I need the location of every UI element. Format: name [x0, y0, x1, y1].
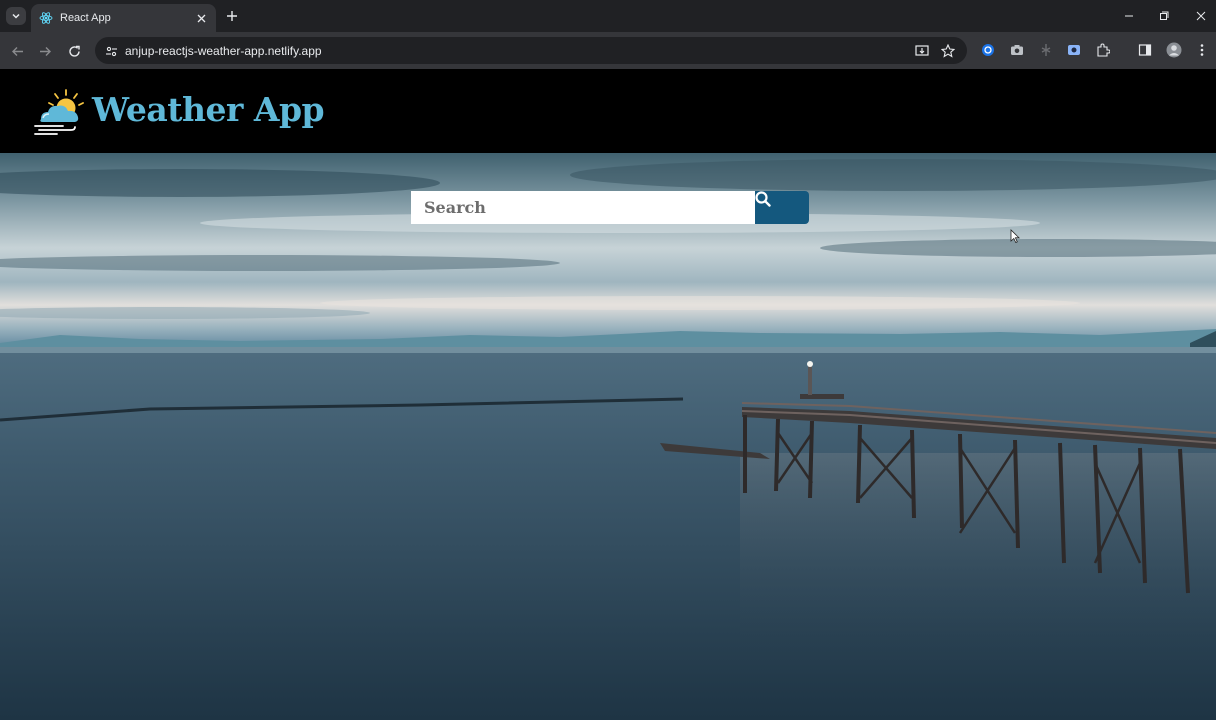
chevron-down-icon	[12, 13, 20, 19]
tab-search-button[interactable]	[6, 7, 26, 25]
camera-extension-icon[interactable]	[1009, 42, 1025, 58]
hero-background	[0, 153, 1216, 720]
app-header: Weather App	[0, 69, 1216, 153]
address-bar[interactable]: anjup-reactjs-weather-app.netlify.app	[95, 37, 967, 64]
react-icon	[39, 12, 53, 24]
minimize-button[interactable]	[1121, 8, 1137, 24]
search-button[interactable]	[755, 191, 809, 224]
close-icon	[1196, 11, 1206, 21]
mouse-cursor-icon	[1010, 229, 1020, 243]
install-app-icon[interactable]	[914, 43, 930, 59]
tab-close-button[interactable]	[194, 11, 208, 25]
reload-icon	[68, 45, 80, 57]
arrow-right-icon	[39, 46, 51, 56]
extension-blue-icon[interactable]	[980, 42, 996, 58]
close-icon	[197, 14, 205, 22]
puzzle-extension-icon[interactable]	[1038, 42, 1054, 58]
menu-dots-icon[interactable]	[1194, 42, 1210, 58]
forward-button[interactable]	[36, 42, 54, 60]
search-icon	[755, 191, 771, 207]
arrow-left-icon	[11, 46, 23, 56]
bookmark-star-icon[interactable]	[940, 43, 956, 59]
tab-strip: React App	[0, 0, 1216, 32]
web-page: Weather App	[0, 69, 1216, 720]
site-info-icon[interactable]	[103, 43, 119, 59]
reload-button[interactable]	[65, 42, 83, 60]
app-title: Weather App	[92, 90, 325, 129]
search-bar	[411, 191, 809, 224]
tab-title: React App	[60, 12, 111, 24]
restore-button[interactable]	[1156, 8, 1172, 24]
profile-avatar[interactable]	[1166, 42, 1182, 58]
address-url: anjup-reactjs-weather-app.netlify.app	[125, 44, 322, 58]
minimize-icon	[1125, 15, 1133, 17]
restore-icon	[1160, 11, 1169, 20]
screen-record-icon[interactable]	[1066, 42, 1082, 58]
browser-tab[interactable]: React App	[31, 4, 216, 32]
weather-logo-icon	[34, 89, 84, 135]
search-input[interactable]	[411, 191, 755, 224]
new-tab-button[interactable]	[224, 8, 240, 24]
browser-toolbar: anjup-reactjs-weather-app.netlify.app	[0, 32, 1216, 69]
extensions-icon[interactable]	[1095, 42, 1111, 58]
back-button[interactable]	[8, 42, 26, 60]
close-window-button[interactable]	[1193, 8, 1209, 24]
lake-pier-scene	[0, 153, 1216, 720]
side-panel-icon[interactable]	[1137, 42, 1153, 58]
plus-icon	[227, 11, 237, 21]
